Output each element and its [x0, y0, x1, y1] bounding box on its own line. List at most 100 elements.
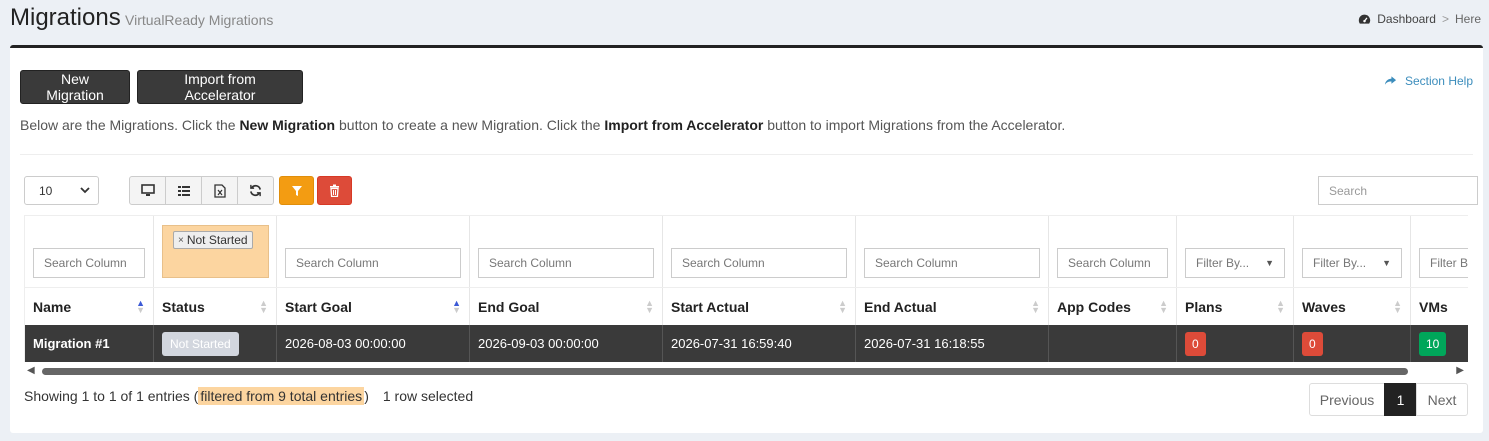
filter-by-vms-select[interactable]: Filter B: [1419, 248, 1468, 278]
scrollbar-thumb[interactable]: [42, 368, 1408, 375]
cell-status: Not Started: [154, 325, 277, 362]
search-column-end-goal-input[interactable]: Search Column: [478, 248, 654, 278]
cell-name[interactable]: Migration #1: [25, 325, 154, 362]
filter-icon: [291, 185, 302, 196]
previous-page-button[interactable]: Previous: [1309, 383, 1385, 416]
column-header-label: Waves: [1302, 298, 1346, 315]
column-header-label: End Actual: [864, 298, 937, 315]
page-length-select[interactable]: 10: [24, 176, 99, 205]
column-header-app-codes[interactable]: App Codes ▲ ▼: [1049, 288, 1177, 325]
list-view-button[interactable]: [165, 176, 202, 205]
filter-cell-start-actual: Search Column: [663, 216, 856, 288]
filter-cell-end-actual: Search Column: [856, 216, 1049, 288]
filter-by-placeholder: Filter By...: [1313, 256, 1367, 270]
next-page-button[interactable]: Next: [1416, 383, 1468, 416]
filter-cell-waves: Filter By... ▼: [1294, 216, 1411, 288]
cell-end-goal: 2026-09-03 00:00:00: [470, 325, 663, 362]
status-filter-select[interactable]: × Not Started: [162, 225, 269, 278]
new-migration-button[interactable]: New Migration: [20, 70, 130, 104]
column-header-start-actual[interactable]: Start Actual ▲ ▼: [663, 288, 856, 325]
chip-remove-icon[interactable]: ×: [178, 235, 184, 246]
table-toolbar: [129, 176, 352, 205]
filter-cell-name: Search Column: [25, 216, 154, 288]
intro-part3: button to import Migrations from the Acc…: [763, 117, 1066, 133]
search-column-name-input[interactable]: Search Column: [33, 248, 145, 278]
status-filter-chip[interactable]: × Not Started: [173, 231, 253, 249]
column-header-end-goal[interactable]: End Goal ▲ ▼: [470, 288, 663, 325]
filter-by-placeholder: Filter B: [1430, 256, 1468, 270]
import-from-accelerator-button[interactable]: Import from Accelerator: [137, 70, 303, 104]
vms-count-badge[interactable]: 10: [1419, 331, 1447, 356]
column-header-label: VMs: [1419, 298, 1448, 315]
column-header-waves[interactable]: Waves ▲ ▼: [1294, 288, 1411, 325]
migrations-table: Search Column × Not Started Search Colum…: [24, 215, 1468, 362]
info-selected: 1 row selected: [382, 388, 474, 404]
column-header-label: Plans: [1185, 298, 1223, 315]
filter-button[interactable]: [279, 176, 314, 205]
delete-button[interactable]: [317, 176, 352, 205]
sort-icon: ▲ ▼: [1159, 297, 1168, 315]
cell-vms: 10: [1411, 325, 1468, 362]
column-header-vms[interactable]: VMs: [1411, 288, 1468, 325]
filter-cell-vms: Filter B: [1411, 216, 1468, 288]
column-header-label: End Goal: [478, 298, 540, 315]
filter-by-waves-select[interactable]: Filter By... ▼: [1302, 248, 1402, 278]
page-subtitle: VirtualReady Migrations: [125, 12, 274, 28]
sort-icon: ▲ ▼: [136, 297, 145, 315]
table-search-placeholder: Search: [1329, 183, 1368, 198]
filter-cell-app-codes: Search Column: [1049, 216, 1177, 288]
column-header-status[interactable]: Status ▲ ▼: [154, 288, 277, 325]
column-header-end-actual[interactable]: End Actual ▲ ▼: [856, 288, 1049, 325]
column-header-label: Name: [33, 298, 72, 315]
sort-icon: ▲ ▼: [838, 297, 847, 315]
refresh-button[interactable]: [237, 176, 274, 205]
caret-down-icon: ▼: [1382, 258, 1391, 268]
chevron-down-icon: [80, 187, 90, 194]
breadcrumb-separator: >: [1441, 12, 1449, 26]
column-header-name[interactable]: Name ▲ ▼: [25, 288, 154, 325]
divider: [20, 154, 1473, 155]
filter-by-placeholder: Filter By...: [1196, 256, 1250, 270]
plans-count-badge[interactable]: 0: [1185, 331, 1206, 356]
column-header-label: App Codes: [1057, 298, 1131, 315]
table-search-input[interactable]: Search: [1318, 176, 1478, 205]
trash-icon: [330, 184, 339, 197]
cell-waves: 0: [1294, 325, 1411, 362]
pagination: Previous 1 Next: [1309, 383, 1468, 416]
sort-icon: ▲ ▼: [452, 297, 461, 315]
desktop-view-button[interactable]: [129, 176, 166, 205]
column-header-label: Status: [162, 298, 205, 315]
section-help-label: Section Help: [1404, 74, 1473, 88]
refresh-icon: [250, 184, 261, 197]
share-arrow-icon: [1384, 76, 1397, 85]
table-row[interactable]: Migration #1 Not Started 2026-08-03 00:0…: [25, 325, 1468, 362]
sort-icon: ▲ ▼: [259, 297, 268, 315]
waves-count-badge[interactable]: 0: [1302, 331, 1323, 356]
filter-cell-plans: Filter By... ▼: [1177, 216, 1294, 288]
column-header-plans[interactable]: Plans ▲ ▼: [1177, 288, 1294, 325]
scroll-right-arrow-icon[interactable]: ▶: [1456, 365, 1464, 376]
search-column-placeholder: Search Column: [296, 256, 379, 270]
column-header-start-goal[interactable]: Start Goal ▲ ▼: [277, 288, 470, 325]
page-length-value: 10: [39, 183, 53, 198]
sort-icon: ▲ ▼: [1393, 297, 1402, 315]
sort-icon: ▲ ▼: [1276, 297, 1285, 315]
filter-cell-status: × Not Started: [154, 216, 277, 288]
export-excel-button[interactable]: [201, 176, 238, 205]
search-column-app-codes-input[interactable]: Search Column: [1057, 248, 1168, 278]
search-column-start-goal-input[interactable]: Search Column: [285, 248, 461, 278]
dashboard-icon: [1359, 14, 1371, 24]
section-help-link[interactable]: Section Help: [1384, 74, 1473, 88]
status-badge: Not Started: [162, 331, 239, 356]
info-filtered: filtered from 9 total entries: [198, 387, 365, 405]
search-column-end-actual-input[interactable]: Search Column: [864, 248, 1040, 278]
page-1-button[interactable]: 1: [1384, 383, 1417, 416]
filter-by-plans-select[interactable]: Filter By... ▼: [1185, 248, 1285, 278]
search-column-placeholder: Search Column: [682, 256, 765, 270]
search-column-placeholder: Search Column: [44, 256, 127, 270]
scroll-left-arrow-icon[interactable]: ◀: [27, 365, 35, 376]
search-column-start-actual-input[interactable]: Search Column: [671, 248, 847, 278]
page-header: Migrations VirtualReady Migrations Dashb…: [0, 0, 1489, 44]
horizontal-scrollbar[interactable]: ◀ ▶: [24, 365, 1468, 377]
breadcrumb-dashboard-link[interactable]: Dashboard: [1377, 12, 1436, 26]
